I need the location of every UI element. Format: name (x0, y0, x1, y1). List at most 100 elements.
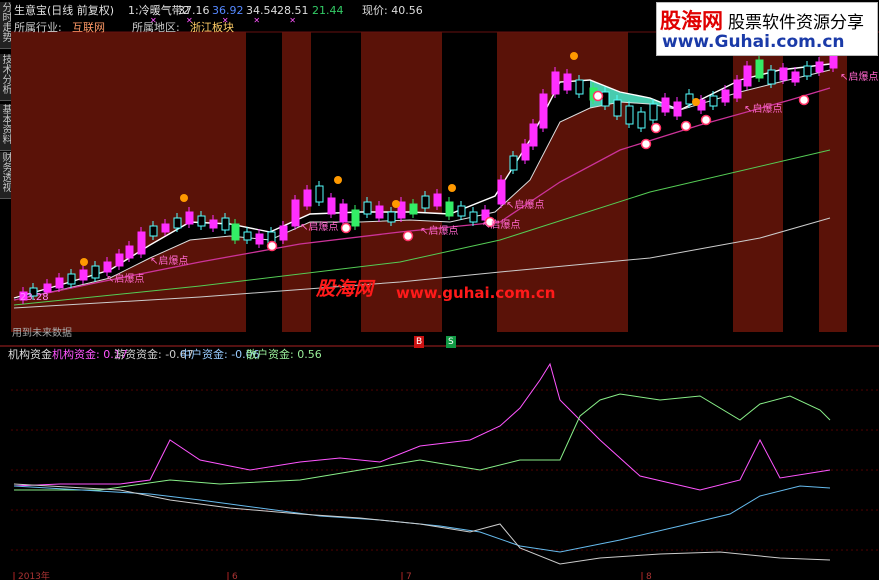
sub-panel-grid (11, 389, 879, 551)
x-axis-label: 8 (646, 572, 652, 580)
candle-body (173, 217, 182, 229)
candle-body (327, 197, 336, 215)
orange-dot-marker (692, 98, 700, 106)
candle-body (625, 105, 634, 125)
warm-zone-band (282, 32, 311, 332)
sell-marker: S (446, 336, 456, 348)
candle-body (601, 91, 610, 107)
candle-body (421, 195, 430, 209)
watermark-logo: 股海网 (660, 9, 723, 33)
candle-body (709, 95, 718, 107)
signal-label: ↖启爆点 (106, 272, 144, 285)
candle-body (685, 93, 694, 105)
retail-fund-line (14, 393, 831, 491)
candle-body (67, 273, 76, 285)
candle-body (497, 179, 506, 205)
header-x-marks: ✕ ✕ ✕ ✕ ✕ (150, 16, 299, 25)
industry-label: 所属行业: (14, 21, 62, 34)
candle-body (185, 211, 194, 225)
signal-circle-marker (650, 122, 662, 134)
orange-dot-marker (448, 184, 456, 192)
signal-label: ↖启爆点 (744, 102, 782, 115)
signal-circle-marker (640, 138, 652, 150)
candle-body (469, 211, 478, 223)
candle-body (815, 61, 824, 73)
industry-value: 互联网 (72, 21, 105, 34)
candle-body (221, 217, 230, 231)
signal-circle-marker (402, 230, 414, 242)
signal-circle-marker (340, 222, 352, 234)
candle-body (351, 209, 360, 227)
fund-flow-lines (13, 362, 831, 565)
mid-trader-fund-line (13, 485, 831, 553)
candle-body (387, 211, 396, 223)
candle-body (161, 223, 170, 233)
candle-body (197, 215, 206, 227)
x-axis: 2013年 6 7 8 (13, 570, 652, 580)
candle-body (563, 73, 572, 91)
current-price: 现价: 40.56 (362, 4, 423, 17)
orange-dot-marker (334, 176, 342, 184)
candle-body (637, 111, 646, 129)
tab-intraday[interactable]: 分时走势 (0, 2, 11, 49)
low-price-label: 23.28 (20, 292, 49, 303)
tab-technical[interactable]: 技术分析 (0, 54, 11, 101)
candle-body (291, 199, 300, 227)
signal-circle-marker (680, 120, 692, 132)
candle-body (613, 99, 622, 117)
candle-body (79, 269, 88, 281)
candle-body (649, 103, 658, 121)
legend-retail: 散户资金: 0.56 (246, 348, 322, 361)
candle-body (125, 245, 134, 259)
candle-body (743, 65, 752, 87)
candle-body (539, 93, 548, 129)
signal-circle-marker (700, 114, 712, 126)
candle-body (575, 79, 584, 95)
hot-money-fund-line (13, 483, 831, 565)
candle-body (767, 69, 776, 85)
candle-body (55, 277, 64, 289)
institution-fund-line (13, 362, 831, 491)
signal-label: ↖启爆点 (482, 218, 520, 231)
future-data-note: 用到未来数据 (12, 328, 72, 339)
candle-body (433, 193, 442, 207)
candle-body (445, 201, 454, 217)
candle-body (115, 253, 124, 267)
candle-body (521, 143, 530, 161)
candle-body (363, 201, 372, 215)
candle-body (733, 79, 742, 99)
signal-label: ↖启爆点 (420, 224, 458, 237)
x-axis-label: 7 (406, 572, 412, 580)
watermark-slogan: 股票软件资源分享 (728, 13, 864, 33)
candle-body (551, 71, 560, 95)
candle-body (721, 89, 730, 103)
candle-body (91, 265, 100, 279)
candle-body (315, 185, 324, 203)
signal-circle-marker (266, 240, 278, 252)
sub-indicator-name[interactable]: 机构资金 (8, 349, 52, 361)
candle-body (755, 59, 764, 79)
candle-body (43, 283, 52, 293)
candle-body (279, 225, 288, 241)
signal-label: ↖启爆点 (840, 70, 878, 83)
candle-body (673, 101, 682, 117)
x-axis-label: 6 (232, 572, 238, 580)
tab-finance[interactable]: 财务透视 (0, 152, 11, 199)
candle-body (339, 203, 348, 223)
signal-label: ↖启爆点 (506, 198, 544, 211)
candle-body (779, 67, 788, 81)
orange-dot-marker (392, 200, 400, 208)
tab-fundamental[interactable]: 基本资料 (0, 104, 11, 151)
stock-title: 生意宝(日线 前复权) (14, 4, 115, 17)
candle-body (661, 97, 670, 113)
candle-body (509, 155, 518, 171)
buy-marker: B (414, 336, 425, 348)
center-watermark-logo: 股海网 (316, 278, 374, 300)
candle-body (409, 203, 418, 215)
candle-body (103, 261, 112, 273)
orange-dot-marker (180, 194, 188, 202)
signal-label: ↖启爆点 (300, 220, 338, 233)
candle-body (529, 123, 538, 147)
candle-body (231, 223, 240, 241)
candle-body (803, 65, 812, 77)
